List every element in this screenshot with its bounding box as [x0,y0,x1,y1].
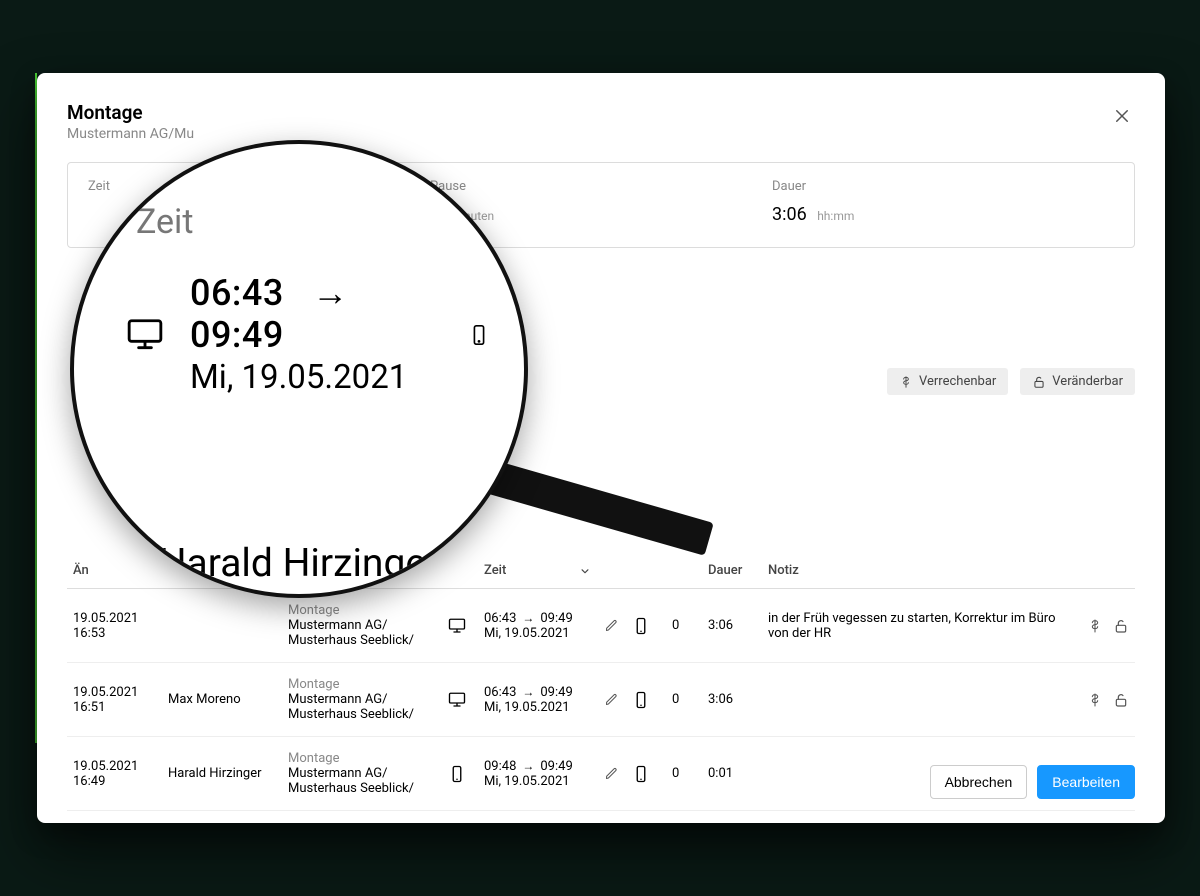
magnifier-lens: Zeit 06:43 → 09:49 Mi, 19.05.2021 [70,140,528,598]
badge-billable-label: Verrechenbar [919,374,996,389]
edit-button[interactable]: Bearbeiten [1037,765,1135,799]
cell-user: Harald Hirzinger [162,737,282,811]
mag-time-to: 09:49 [190,314,284,356]
dauer-unit: hh:mm [817,209,854,223]
cell-end-device [626,737,666,811]
cell-user [162,589,282,663]
badge-editable-label: Veränderbar [1052,374,1123,389]
cell-start-device [442,663,478,737]
mag-time-from: 06:43 [190,272,284,314]
cell-duration: 3:06 [702,589,762,663]
badge-editable: Veränderbar [1020,368,1135,395]
cell-project: MontageMustermann AG/Musterhaus Seeblick… [282,737,442,811]
stage: Montage Mustermann AG/Mu Zeit Pause 0 Mi… [0,0,1200,896]
cell-start-device [442,737,478,811]
badge-billable: Verrechenbar [887,368,1008,395]
dialog-subtitle: Mustermann AG/Mu [67,126,194,142]
desktop-icon [120,316,170,354]
cell-flags [1065,589,1135,663]
cell-project: MontageMustermann AG/Musterhaus Seeblick… [282,589,442,663]
mag-user-name: Harald Hirzinger [74,540,524,594]
close-icon [1113,104,1131,126]
unlock-icon [1032,374,1046,389]
dauer-value: 3:06 [772,204,807,225]
cell-edit-icon[interactable] [598,663,626,737]
cell-zeit: 06:43→09:49Mi, 19.05.2021 [478,663,598,737]
dialog-title: Montage [67,101,194,124]
chevron-down-icon [578,563,592,578]
cell-zeit: 09:48→09:49Mi, 19.05.2021 [478,737,598,811]
table-row[interactable]: 19.05.202116:53 MontageMustermann AG/Must… [67,589,1135,663]
cell-pause: 0 [666,589,702,663]
dollar-icon [899,374,913,389]
cell-duration: 3:06 [702,663,762,737]
cell-duration: 0:01 [702,737,762,811]
cell-pause: 0 [666,737,702,811]
phone-icon [468,316,490,354]
cell-pause: 0 [666,663,702,737]
mag-date: Mi, 19.05.2021 [190,358,440,397]
cell-note [762,663,1065,737]
cell-flags [1065,663,1135,737]
cell-user: Max Moreno [162,663,282,737]
cell-zeit: 06:43→09:49Mi, 19.05.2021 [478,589,598,663]
close-button[interactable] [1109,101,1135,129]
cancel-button[interactable]: Abbrechen [930,765,1028,799]
cell-timestamp: 19.05.202116:53 [67,589,162,663]
cell-start-device [442,589,478,663]
cell-note: in der Früh vegessen zu starten, Korrekt… [762,589,1065,663]
cell-edit-icon[interactable] [598,737,626,811]
cell-timestamp: 19.05.202116:51 [67,663,162,737]
cell-timestamp: 19.05.202116:49 [67,737,162,811]
col-dauer[interactable]: Dauer [702,555,762,589]
cell-end-device [626,663,666,737]
mag-zeit-label: Zeit [136,202,490,242]
cell-edit-icon[interactable] [598,589,626,663]
cell-project: MontageMustermann AG/Musterhaus Seeblick… [282,663,442,737]
col-notiz[interactable]: Notiz [762,555,1065,589]
dauer-label: Dauer [772,179,1114,194]
table-row[interactable]: 19.05.202116:51Max MorenoMontageMusterma… [67,663,1135,737]
cell-end-device [626,589,666,663]
